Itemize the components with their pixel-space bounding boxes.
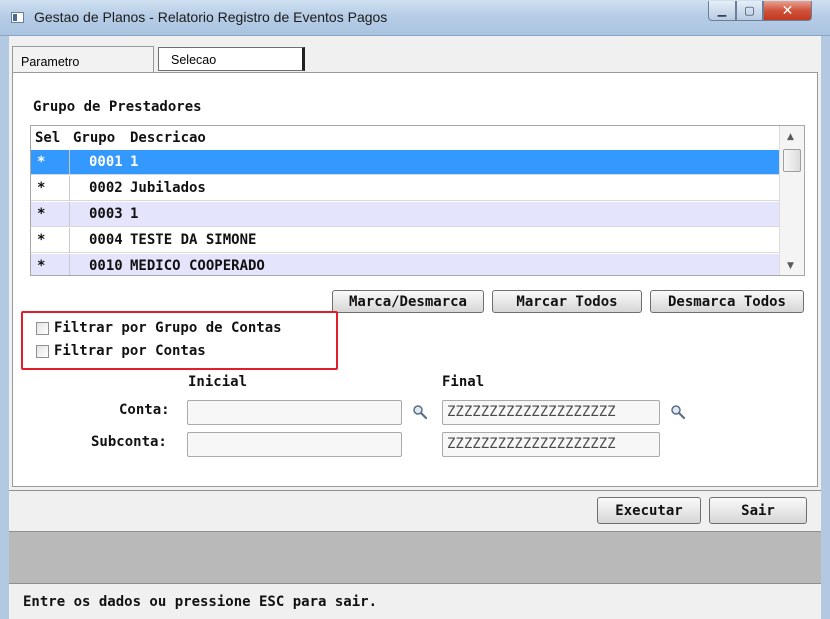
column-header-sel[interactable]: Sel bbox=[35, 130, 60, 146]
column-header-grupo[interactable]: Grupo bbox=[73, 130, 115, 146]
cell-sel: * bbox=[37, 206, 46, 222]
subconta-inicial-input[interactable] bbox=[187, 432, 402, 457]
range-initial-header: Inicial bbox=[188, 374, 248, 390]
cell-sel: * bbox=[37, 232, 46, 248]
conta-label: Conta: bbox=[119, 402, 170, 418]
conta-final-input[interactable]: ZZZZZZZZZZZZZZZZZZZZ bbox=[442, 400, 660, 425]
tab-parametro-label: Parametro bbox=[21, 55, 80, 69]
cell-grupo: 0010 bbox=[89, 258, 123, 274]
scroll-thumb[interactable] bbox=[783, 149, 801, 172]
cell-divider bbox=[69, 254, 70, 275]
cell-grupo: 0004 bbox=[89, 232, 123, 248]
subconta-final-input[interactable]: ZZZZZZZZZZZZZZZZZZZZ bbox=[442, 432, 660, 457]
empty-gray-panel bbox=[9, 531, 821, 584]
cell-descricao: 1 bbox=[130, 154, 139, 170]
range-final-header: Final bbox=[442, 374, 485, 390]
subconta-label: Subconta: bbox=[91, 434, 167, 450]
tab-parametro[interactable]: Parametro bbox=[12, 46, 154, 72]
marcar-todos-button[interactable]: Marcar Todos bbox=[492, 290, 642, 313]
group-section-title: Grupo de Prestadores bbox=[33, 99, 202, 115]
desmarca-todos-button[interactable]: Desmarca Todos bbox=[650, 290, 804, 313]
grid-vertical-scrollbar[interactable]: ▲ ▼ bbox=[779, 126, 804, 275]
cell-sel: * bbox=[37, 154, 46, 170]
cell-sel: * bbox=[37, 258, 46, 274]
filter-accounts-label[interactable]: Filtrar por Contas bbox=[54, 343, 206, 359]
filter-accounts-checkbox[interactable] bbox=[36, 345, 49, 358]
cell-grupo: 0001 bbox=[89, 154, 123, 170]
prestadores-grid: Sel Grupo Descricao * 0001 1 * 0002 Jubi… bbox=[30, 125, 805, 276]
close-button[interactable]: ✕ bbox=[763, 1, 812, 21]
table-row[interactable]: * 0002 Jubilados bbox=[31, 176, 779, 201]
title-bar: Gestao de Planos - Relatorio Registro de… bbox=[0, 0, 830, 36]
cell-divider bbox=[69, 228, 70, 253]
window-title: Gestao de Planos - Relatorio Registro de… bbox=[34, 9, 388, 25]
table-row[interactable]: * 0003 1 bbox=[31, 202, 779, 227]
status-message: Entre os dados ou pressione ESC para sai… bbox=[23, 594, 378, 610]
cell-grupo: 0003 bbox=[89, 206, 123, 222]
marca-desmarca-button[interactable]: Marca/Desmarca bbox=[332, 290, 484, 313]
table-row[interactable]: * 0001 1 bbox=[31, 150, 779, 175]
window-frame-left bbox=[0, 36, 9, 619]
cell-descricao: TESTE DA SIMONE bbox=[130, 232, 257, 248]
column-header-descricao[interactable]: Descricao bbox=[130, 130, 206, 146]
cell-divider bbox=[69, 176, 70, 201]
table-row[interactable]: * 0010 MEDICO COOPERADO bbox=[31, 254, 779, 275]
conta-inicial-input[interactable] bbox=[187, 400, 402, 425]
scroll-up-icon[interactable]: ▲ bbox=[787, 132, 794, 142]
cell-grupo: 0002 bbox=[89, 180, 123, 196]
cell-sel: * bbox=[37, 180, 46, 196]
window-frame-right bbox=[821, 36, 830, 619]
scroll-down-icon[interactable]: ▼ bbox=[787, 261, 794, 271]
executar-button[interactable]: Executar bbox=[597, 497, 701, 524]
table-row[interactable]: * 0004 TESTE DA SIMONE bbox=[31, 228, 779, 253]
cell-divider bbox=[69, 150, 70, 175]
maximize-button[interactable]: ▢ bbox=[736, 1, 763, 21]
action-bar-separator bbox=[9, 490, 821, 491]
cell-descricao: MEDICO COOPERADO bbox=[130, 258, 265, 274]
status-bar: Entre os dados ou pressione ESC para sai… bbox=[9, 585, 821, 619]
magnifier-icon[interactable] bbox=[412, 404, 428, 420]
filter-account-group-checkbox[interactable] bbox=[36, 322, 49, 335]
grid-header: Sel Grupo Descricao bbox=[31, 126, 779, 150]
sair-button[interactable]: Sair bbox=[709, 497, 807, 524]
minimize-button[interactable]: ▁ bbox=[708, 1, 736, 21]
tab-selecao[interactable]: Selecao bbox=[158, 47, 305, 71]
cell-divider bbox=[69, 202, 70, 227]
cell-descricao: Jubilados bbox=[130, 180, 206, 196]
filter-account-group-label[interactable]: Filtrar por Grupo de Contas bbox=[54, 320, 282, 336]
magnifier-icon[interactable] bbox=[670, 404, 686, 420]
cell-descricao: 1 bbox=[130, 206, 139, 222]
app-window-icon[interactable] bbox=[11, 12, 24, 23]
tab-selecao-label: Selecao bbox=[171, 53, 217, 67]
